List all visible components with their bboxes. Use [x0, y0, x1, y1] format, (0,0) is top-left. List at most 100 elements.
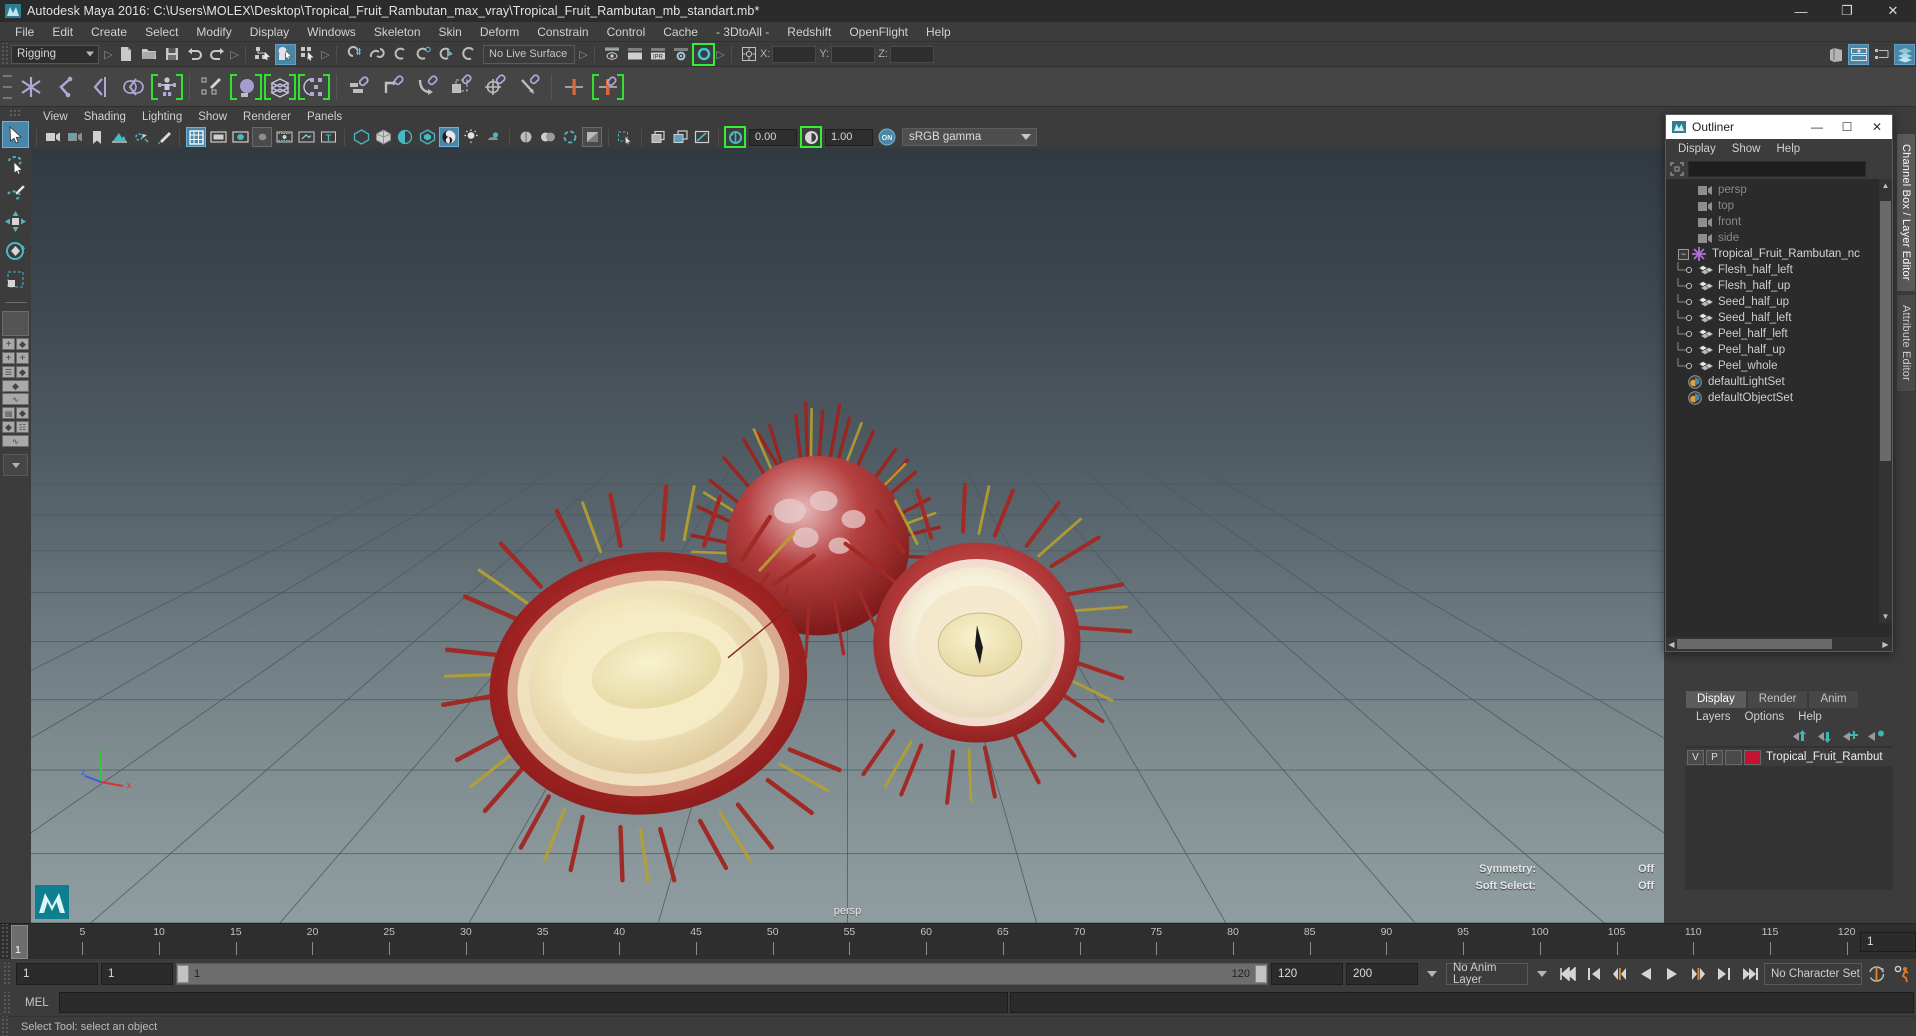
snap-to-grid-icon[interactable] — [343, 44, 364, 65]
menu-3dtoall[interactable]: - 3DtoAll - — [707, 23, 778, 41]
layer-shading-toggle[interactable] — [1725, 749, 1742, 765]
layout-outliner-pane[interactable]: ☰ — [2, 366, 15, 378]
auto-keyframe-toggle-icon[interactable] — [1865, 962, 1888, 986]
layout-hypershade[interactable]: ▤ ◆ — [2, 407, 29, 419]
snap-to-view-plane-icon[interactable] — [435, 44, 456, 65]
range-grip[interactable] — [2, 963, 11, 985]
scale-constraint-icon[interactable] — [445, 71, 477, 103]
new-scene-icon[interactable] — [115, 44, 136, 65]
use-all-lights-icon[interactable] — [439, 127, 459, 147]
select-component-icon[interactable] — [298, 44, 319, 65]
single-pane-icon[interactable] — [648, 127, 668, 147]
menu-skeleton[interactable]: Skeleton — [365, 23, 430, 41]
quick-rig-icon[interactable] — [151, 71, 183, 103]
tab-display-layers[interactable]: Display — [1685, 690, 1747, 708]
motion-blur-icon[interactable] — [516, 127, 536, 147]
close-button[interactable]: ✕ — [1870, 0, 1916, 22]
layout-graph-editor[interactable]: ∿ — [2, 435, 29, 447]
layout-outliner-persp[interactable]: ☰ ◆ — [2, 366, 29, 378]
select-camera-icon[interactable] — [43, 127, 63, 147]
timeline-grip[interactable] — [0, 924, 9, 958]
vp-menu-shading[interactable]: Shading — [76, 110, 134, 124]
menu-control[interactable]: Control — [598, 23, 655, 41]
range-slider[interactable]: 1 120 — [176, 963, 1268, 985]
section-collapse-render[interactable]: ▷ — [715, 44, 726, 64]
layer-row[interactable]: V P Tropical_Fruit_Rambut — [1685, 748, 1893, 766]
layout-graph-bottom[interactable]: ∿ — [2, 393, 29, 405]
play-forwards-button[interactable] — [1660, 962, 1683, 986]
layer-color-swatch[interactable] — [1744, 749, 1761, 765]
create-joint-icon[interactable] — [15, 71, 47, 103]
outliner-search-input[interactable] — [1688, 160, 1866, 177]
layer-playback-toggle[interactable]: P — [1706, 749, 1723, 765]
toggle-resolution-gate-icon[interactable] — [230, 127, 250, 147]
tab-channel-box-layer-editor[interactable]: Channel Box / Layer Editor — [1896, 133, 1916, 292]
section-collapse-select[interactable]: ▷ — [320, 44, 331, 64]
undo-icon[interactable] — [184, 44, 205, 65]
outliner-tree[interactable]: ▲ ▼ persp top front side − Tropical_Fruit_Ram… — [1666, 179, 1892, 637]
play-backwards-button[interactable] — [1634, 962, 1657, 986]
range-left-handle[interactable] — [177, 965, 189, 983]
outliner-item-peel-whole[interactable]: Peel_whole — [1666, 358, 1892, 374]
outliner-scroll-up-arrow[interactable]: ▲ — [1879, 179, 1892, 192]
outliner-window[interactable]: Outliner — ☐ ✕ Display Show Help ▲ ▼ per… — [1665, 114, 1893, 652]
layout-single-perspective[interactable] — [2, 311, 29, 336]
smooth-shading-icon[interactable] — [373, 127, 393, 147]
minimize-button[interactable]: — — [1778, 0, 1824, 22]
animation-end-field[interactable]: 200 — [1346, 963, 1418, 985]
range-end-field[interactable]: 120 — [1271, 963, 1343, 985]
vp-menu-panels[interactable]: Panels — [299, 110, 350, 124]
menu-select[interactable]: Select — [136, 23, 187, 41]
shadows-icon[interactable] — [461, 127, 481, 147]
toggle-sidebar-icon[interactable] — [1825, 44, 1846, 65]
expand-selection-icon[interactable] — [1670, 161, 1684, 176]
select-object-icon[interactable] — [275, 43, 296, 65]
layout-persp-graph[interactable]: ◆ ∿ — [2, 380, 29, 405]
lattice-deformer-icon[interactable] — [264, 71, 296, 103]
color-management-selector[interactable]: sRGB gamma — [902, 128, 1037, 146]
helpline-grip[interactable] — [0, 1015, 9, 1036]
snap-to-projected-center-icon[interactable] — [412, 44, 433, 65]
outliner-scroll-down-arrow[interactable]: ▼ — [1879, 610, 1892, 623]
two-d-pan-zoom-icon[interactable] — [131, 127, 151, 147]
toggle-gate-mask-icon[interactable] — [252, 127, 272, 147]
z-coord-field[interactable] — [889, 45, 934, 63]
outliner-expand-toggle[interactable]: − — [1678, 248, 1689, 260]
toggle-film-gate-icon[interactable] — [208, 127, 228, 147]
orient-constraint-icon[interactable] — [411, 71, 443, 103]
paint-select-tool[interactable] — [2, 179, 29, 206]
menu-set-selector[interactable]: Rigging — [11, 44, 99, 64]
render-current-frame-icon[interactable] — [624, 44, 645, 65]
vp-menu-view[interactable]: View — [35, 110, 76, 124]
anim-layer-selector[interactable]: No Anim Layer — [1446, 962, 1528, 986]
command-line-grip[interactable] — [2, 991, 11, 1014]
layer-list[interactable]: V P Tropical_Fruit_Rambut — [1685, 746, 1893, 890]
rotate-tool[interactable] — [2, 237, 29, 264]
layout-hypershade-right[interactable]: ◆ — [16, 407, 29, 419]
section-collapse-file[interactable]: ▷ — [229, 44, 240, 64]
outliner-item-front[interactable]: front — [1666, 214, 1892, 230]
menu-create[interactable]: Create — [82, 23, 136, 41]
mirror-joint-icon[interactable] — [558, 71, 590, 103]
toggle-tool-settings-icon[interactable] — [1871, 44, 1892, 65]
layout-persp-top[interactable]: ◆ — [2, 380, 29, 392]
outliner-hscroll-thumb[interactable] — [1677, 639, 1832, 649]
ik-spline-handle-icon[interactable] — [83, 71, 115, 103]
select-tool[interactable] — [2, 121, 29, 148]
ipr-render-icon[interactable]: IPR — [647, 44, 668, 65]
tab-anim-layers[interactable]: Anim — [1808, 690, 1859, 708]
gamma-field[interactable]: 1.00 — [825, 128, 873, 146]
x-coord-field[interactable] — [772, 45, 817, 63]
outliner-item-defaultobjectset[interactable]: defaultObjectSet — [1666, 390, 1892, 406]
ik-handle-icon[interactable] — [49, 71, 81, 103]
cluster-deformer-icon[interactable] — [298, 71, 330, 103]
anim-layer-chevron-icon[interactable] — [1537, 971, 1547, 977]
open-scene-icon[interactable] — [138, 44, 159, 65]
lasso-select-tool[interactable] — [2, 150, 29, 177]
vp-menu-renderer[interactable]: Renderer — [235, 110, 299, 124]
current-frame-field[interactable]: 1 — [1860, 931, 1916, 952]
toggle-grid-icon[interactable] — [186, 127, 206, 147]
command-language-label[interactable]: MEL — [15, 997, 57, 1009]
copy-pane-icon[interactable] — [670, 127, 690, 147]
save-scene-icon[interactable] — [161, 44, 182, 65]
